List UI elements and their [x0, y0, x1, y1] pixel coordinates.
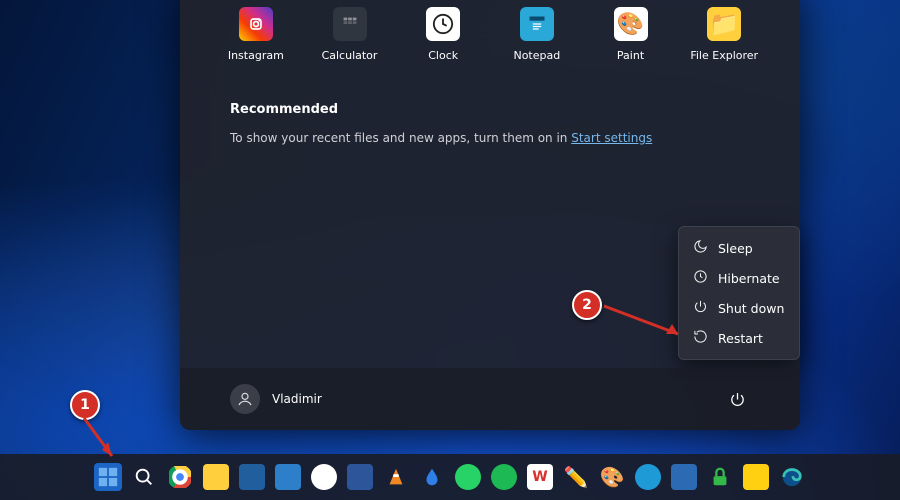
- app-label: Clock: [428, 49, 458, 62]
- power-menu: Sleep Hibernate Shut down Restart: [678, 226, 800, 360]
- taskbar-paint[interactable]: 🎨: [598, 463, 626, 491]
- power-menu-label: Sleep: [718, 241, 753, 256]
- taskbar-spotify[interactable]: [490, 463, 518, 491]
- recommended-section: Recommended To show your recent files an…: [180, 70, 800, 145]
- vlc-icon: [385, 466, 407, 488]
- pinned-app-paint[interactable]: 🎨 Paint: [595, 7, 667, 62]
- pinned-app-calculator[interactable]: Calculator: [314, 7, 386, 62]
- power-menu-hibernate[interactable]: Hibernate: [679, 263, 799, 293]
- pinned-app-notepad[interactable]: Notepad: [501, 7, 573, 62]
- annotation-callout-1: 1: [70, 390, 100, 420]
- start-menu: Instagram Calculator Clock Notepad 🎨 Paint 📁 Fi…: [180, 0, 800, 430]
- chrome-icon: [169, 466, 191, 488]
- power-button[interactable]: [724, 386, 750, 412]
- edge-icon: [781, 466, 803, 488]
- user-account-button[interactable]: Vladimir: [230, 384, 322, 414]
- taskbar-waterdrop[interactable]: [418, 463, 446, 491]
- taskbar-start[interactable]: [94, 463, 122, 491]
- taskbar-chrome[interactable]: [166, 463, 194, 491]
- clock-icon: [693, 269, 708, 287]
- taskbar-lock[interactable]: [706, 463, 734, 491]
- app-label: Instagram: [228, 49, 284, 62]
- word-icon: [347, 464, 373, 490]
- start-footer: Vladimir: [180, 368, 800, 430]
- taskbar-file-explorer[interactable]: [202, 463, 230, 491]
- power-menu-label: Shut down: [718, 301, 784, 316]
- clock-icon: [426, 7, 460, 41]
- pinned-app-instagram[interactable]: Instagram: [220, 7, 292, 62]
- start-settings-link[interactable]: Start settings: [571, 131, 652, 145]
- pinned-app-file-explorer[interactable]: 📁 File Explorer: [688, 7, 760, 62]
- file-explorer-icon: 📁: [707, 7, 741, 41]
- taskbar-app-blue[interactable]: [670, 463, 698, 491]
- taskbar-notes[interactable]: [274, 463, 302, 491]
- calculator-icon: [239, 464, 265, 490]
- taskbar: W ✏️ 🎨: [0, 454, 900, 500]
- notes-icon: [275, 464, 301, 490]
- annotation-callout-2: 2: [572, 290, 602, 320]
- taskbar-search[interactable]: [130, 463, 158, 491]
- taskbar-messenger[interactable]: [310, 463, 338, 491]
- app-label: Calculator: [322, 49, 378, 62]
- pinned-app-clock[interactable]: Clock: [407, 7, 479, 62]
- paint-icon: 🎨: [614, 7, 648, 41]
- taskbar-pencil[interactable]: ✏️: [562, 463, 590, 491]
- power-menu-restart[interactable]: Restart: [679, 323, 799, 353]
- annotation-number: 2: [582, 297, 592, 313]
- taskbar-calculator[interactable]: [238, 463, 266, 491]
- taskbar-app-yellow[interactable]: [742, 463, 770, 491]
- drop-icon: [421, 466, 443, 488]
- power-icon: [693, 299, 708, 317]
- recommended-heading: Recommended: [230, 102, 750, 117]
- app-label: File Explorer: [690, 49, 758, 62]
- notepad-icon: [520, 7, 554, 41]
- avatar-icon: [230, 384, 260, 414]
- power-menu-label: Restart: [718, 331, 763, 346]
- power-menu-sleep[interactable]: Sleep: [679, 233, 799, 263]
- moon-icon: [693, 239, 708, 257]
- taskbar-whatsapp[interactable]: [454, 463, 482, 491]
- annotation-number: 1: [80, 397, 90, 413]
- taskbar-vlc[interactable]: [382, 463, 410, 491]
- user-name-label: Vladimir: [272, 392, 322, 406]
- file-explorer-icon: [203, 464, 229, 490]
- lock-icon: [709, 466, 731, 488]
- taskbar-comment[interactable]: [634, 463, 662, 491]
- taskbar-wps[interactable]: W: [526, 463, 554, 491]
- windows-icon: [97, 466, 119, 488]
- app-label: Notepad: [513, 49, 560, 62]
- refresh-icon: [693, 329, 708, 347]
- power-menu-shutdown[interactable]: Shut down: [679, 293, 799, 323]
- recommended-text: To show your recent files and new apps, …: [230, 131, 750, 145]
- app-blue-icon: [671, 464, 697, 490]
- calculator-icon: [333, 7, 367, 41]
- search-icon: [133, 466, 155, 488]
- recommended-text-span: To show your recent files and new apps, …: [230, 131, 571, 145]
- pinned-apps-row: Instagram Calculator Clock Notepad 🎨 Paint 📁 Fi…: [180, 0, 800, 70]
- taskbar-edge[interactable]: [778, 463, 806, 491]
- app-yellow-icon: [743, 464, 769, 490]
- power-menu-label: Hibernate: [718, 271, 780, 286]
- taskbar-word[interactable]: [346, 463, 374, 491]
- instagram-icon: [239, 7, 273, 41]
- app-label: Paint: [617, 49, 644, 62]
